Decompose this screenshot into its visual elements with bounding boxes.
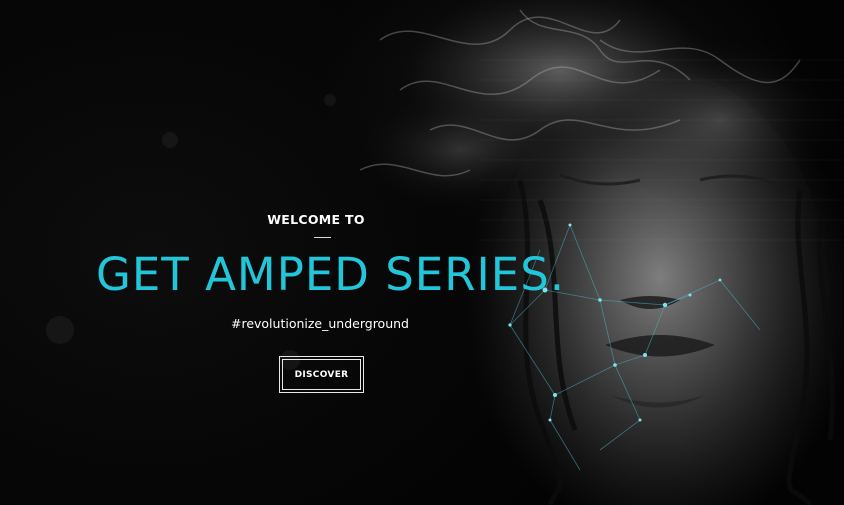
- hero-tagline: #revolutionize_underground: [230, 316, 409, 331]
- discover-button[interactable]: DISCOVER: [279, 356, 364, 393]
- heading-divider: [314, 237, 331, 238]
- discover-button-label: DISCOVER: [282, 359, 361, 390]
- hero-content: WELCOME TO GET AMPED SERIES. #revolution…: [0, 0, 844, 505]
- hero-headline: GET AMPED SERIES.: [96, 248, 566, 301]
- hero-section: WELCOME TO GET AMPED SERIES. #revolution…: [0, 0, 844, 505]
- welcome-heading: WELCOME TO: [267, 212, 365, 227]
